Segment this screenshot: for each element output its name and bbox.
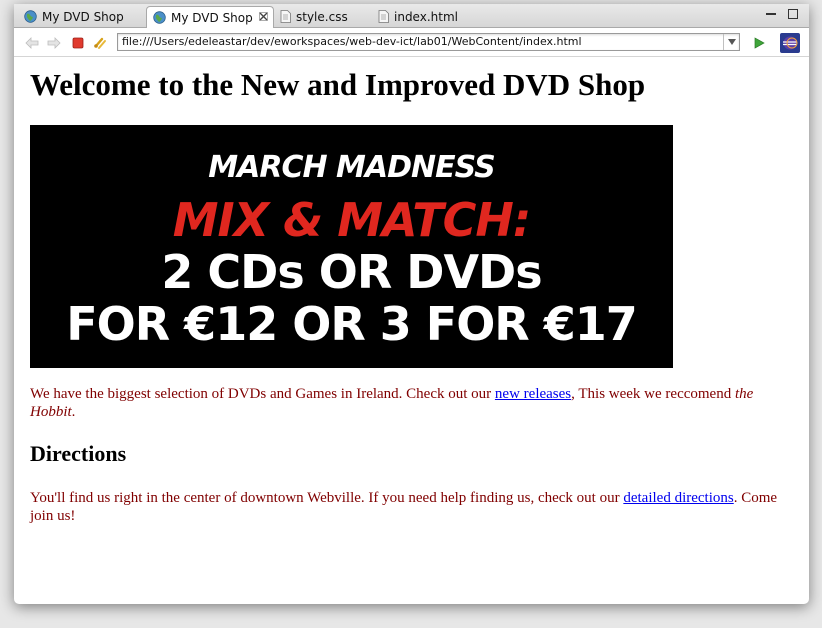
tab-label: index.html <box>394 9 458 24</box>
go-button[interactable] <box>751 35 767 51</box>
play-icon <box>754 37 765 49</box>
globe-icon <box>153 11 166 24</box>
close-icon[interactable] <box>258 11 268 24</box>
eclipse-icon[interactable] <box>779 33 801 53</box>
tab-my-dvd-shop-1[interactable]: My DVD Shop <box>18 6 146 27</box>
stop-button[interactable] <box>70 35 86 51</box>
minimize-icon <box>766 13 776 15</box>
tab-label: My DVD Shop <box>42 9 124 24</box>
maximize-icon <box>788 9 798 19</box>
banner-line-4: FOR €12 OR 3 FOR €17 <box>66 297 638 351</box>
chevron-down-icon <box>728 39 736 45</box>
browser-toolbar: file:///Users/edeleastar/dev/eworkspaces… <box>14 28 809 57</box>
forward-button[interactable] <box>46 35 62 51</box>
intro-text-after: , This week we reccomend <box>571 386 735 402</box>
intro-text: We have the biggest selection of DVDs an… <box>30 386 495 402</box>
new-releases-link[interactable]: new releases <box>495 386 571 402</box>
banner-line-3: 2 CDs OR DVDs <box>161 245 542 299</box>
document-icon <box>378 10 389 23</box>
tab-index-html[interactable]: index.html <box>372 6 482 27</box>
maximize-button[interactable] <box>787 8 799 20</box>
back-arrow-icon <box>25 37 39 49</box>
directions-paragraph: You'll find us right in the center of do… <box>30 489 800 525</box>
tab-bar: My DVD Shop My DVD Shop style.css index.… <box>14 4 809 28</box>
document-icon <box>280 10 291 23</box>
minimize-button[interactable] <box>765 8 777 20</box>
forward-arrow-icon <box>47 37 61 49</box>
browser-window: My DVD Shop My DVD Shop style.css index.… <box>14 4 809 604</box>
tab-style-css[interactable]: style.css <box>274 6 376 27</box>
directions-heading: Directions <box>30 441 127 466</box>
address-dropdown-button[interactable] <box>723 34 740 50</box>
promo-banner-image: MARCH MADNESS MIX & MATCH: 2 CDs OR DVDs… <box>30 125 673 368</box>
globe-icon <box>24 10 37 23</box>
tab-label: style.css <box>296 9 348 24</box>
intro-paragraph: We have the biggest selection of DVDs an… <box>30 385 800 421</box>
refresh-icon <box>94 37 106 49</box>
back-button[interactable] <box>24 35 40 51</box>
banner-line-2: MIX & MATCH: <box>172 193 532 247</box>
refresh-button[interactable] <box>92 35 108 51</box>
tab-label: My DVD Shop <box>171 10 253 25</box>
detailed-directions-link[interactable]: detailed directions <box>623 490 733 506</box>
intro-end: . <box>71 404 76 420</box>
address-bar-input[interactable]: file:///Users/edeleastar/dev/eworkspaces… <box>117 33 740 51</box>
stop-icon <box>72 37 84 49</box>
page-content: Welcome to the New and Improved DVD Shop… <box>30 66 800 524</box>
banner-line-1: MARCH MADNESS <box>208 150 495 185</box>
page-title: Welcome to the New and Improved DVD Shop <box>30 67 646 102</box>
directions-text: You'll find us right in the center of do… <box>30 490 624 506</box>
tab-my-dvd-shop-2[interactable]: My DVD Shop <box>146 6 274 28</box>
